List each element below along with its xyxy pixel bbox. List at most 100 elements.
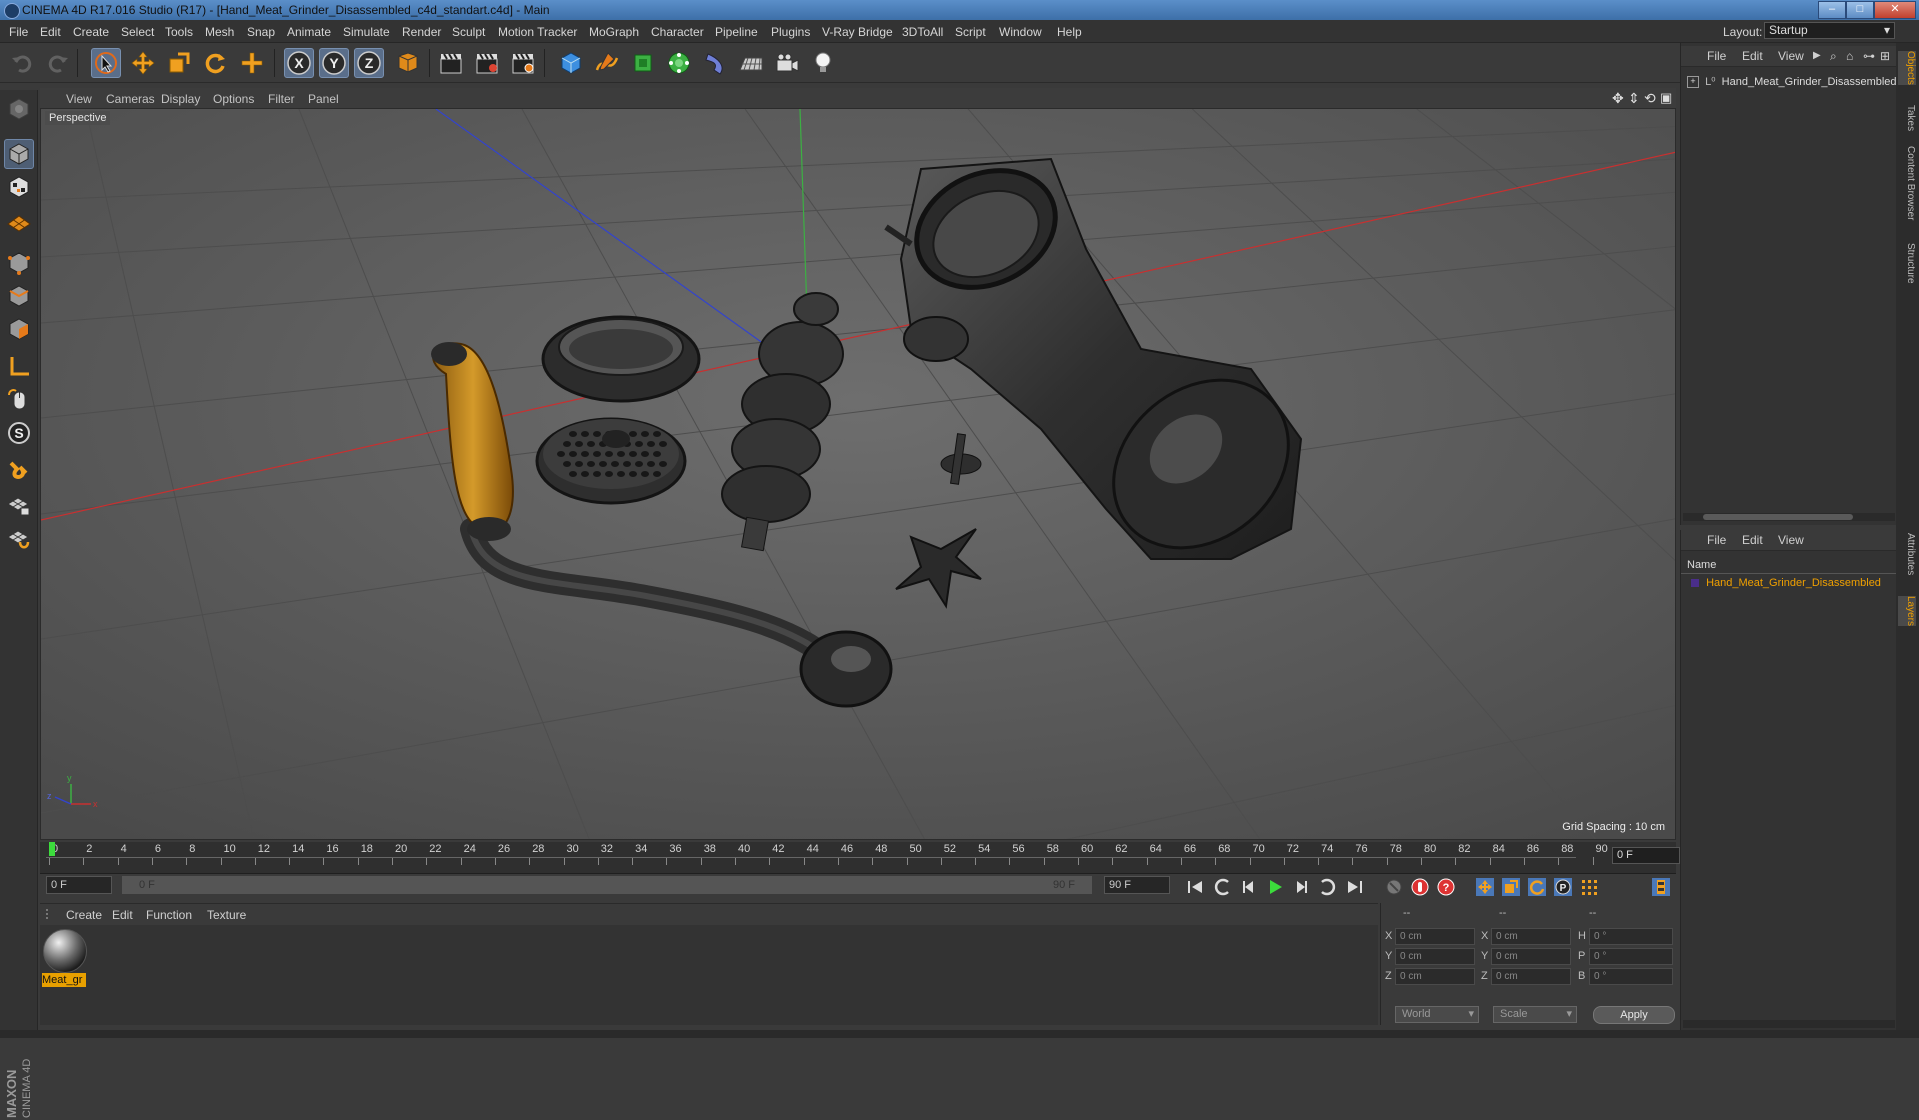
minimize-button[interactable]: – [1818, 1, 1846, 19]
rotation-b-field[interactable]: 0 ° [1589, 968, 1673, 985]
render-settings-button[interactable] [508, 48, 538, 78]
expand-toggle-icon[interactable]: + [1687, 76, 1699, 89]
rotate-tool-button[interactable] [200, 48, 230, 78]
menu-pipeline[interactable]: Pipeline [715, 25, 758, 39]
tab-layers[interactable]: Layers [1898, 596, 1916, 627]
add-mograph-button[interactable] [664, 48, 694, 78]
rotation-h-field[interactable]: 0 ° [1589, 928, 1673, 945]
menu-simulate[interactable]: Simulate [343, 25, 390, 39]
timeline-playhead[interactable] [49, 842, 55, 856]
menu-file[interactable]: File [9, 25, 28, 39]
live-selection-button[interactable] [91, 48, 121, 78]
record-keys-button[interactable] [1382, 875, 1406, 899]
size-y-field[interactable]: 0 cm [1491, 948, 1571, 965]
layout-dropdown[interactable]: Startup ▾ [1764, 22, 1895, 39]
move-tool-button[interactable] [128, 48, 158, 78]
model-mode-button[interactable] [4, 139, 34, 169]
object-menu-file[interactable]: File [1707, 49, 1726, 63]
object-row[interactable]: + L⁰ Hand_Meat_Grinder_Disassembled [1687, 75, 1897, 89]
layer-manager-scrollbar[interactable] [1683, 1020, 1895, 1028]
magnet-button[interactable] [4, 455, 34, 485]
link-icon[interactable]: ⊶ [1863, 49, 1875, 63]
object-menu-view[interactable]: View [1778, 49, 1804, 63]
timeline-ruler[interactable]: 0 2 4 6 8 10 12 14 16 18 20 22 24 26 28 30 32 34 36 38 40 42 4… [40, 842, 1680, 874]
tab-takes[interactable]: Takes [1898, 105, 1916, 131]
material-menu-function[interactable]: Function [146, 908, 192, 922]
new-window-icon[interactable]: ⊞ [1880, 49, 1890, 63]
redo-button[interactable] [42, 48, 72, 78]
next-frame-button[interactable] [1289, 875, 1313, 899]
layer-menu-file[interactable]: File [1707, 533, 1726, 547]
polygons-mode-button[interactable] [4, 314, 34, 344]
panel-grip-icon[interactable] [46, 909, 56, 919]
position-y-field[interactable]: 0 cm [1395, 948, 1475, 965]
material-menu-edit[interactable]: Edit [112, 908, 133, 922]
layer-color-swatch[interactable] [1691, 579, 1699, 588]
add-camera-button[interactable] [772, 48, 802, 78]
menu-select[interactable]: Select [121, 25, 154, 39]
edges-mode-button[interactable] [4, 281, 34, 311]
add-cube-button[interactable] [556, 48, 586, 78]
size-z-field[interactable]: 0 cm [1491, 968, 1571, 985]
position-x-field[interactable]: 0 cm [1395, 928, 1475, 945]
coordinate-system-button[interactable] [393, 48, 423, 78]
add-generator-button[interactable] [628, 48, 658, 78]
viewport-menu-filter[interactable]: Filter [268, 92, 295, 106]
timeline-window-button[interactable] [1649, 875, 1673, 899]
close-button[interactable]: ✕ [1874, 1, 1916, 19]
tab-attributes[interactable]: Attributes [1898, 533, 1916, 575]
camera-label[interactable]: Perspective [45, 111, 111, 125]
menu-mograph[interactable]: MoGraph [589, 25, 639, 39]
material-menu-create[interactable]: Create [66, 908, 102, 922]
size-mode-dropdown[interactable]: Scale ▾ [1493, 1006, 1577, 1023]
start-frame-field[interactable]: 0 F [46, 876, 112, 894]
menu-help[interactable]: Help [1057, 25, 1082, 39]
viewport-menu-view[interactable]: View [66, 92, 92, 106]
layer-menu-view[interactable]: View [1778, 533, 1804, 547]
tweak-mode-button[interactable] [4, 385, 34, 415]
add-light-button[interactable] [808, 48, 838, 78]
texture-mode-button[interactable] [4, 172, 34, 202]
menu-character[interactable]: Character [651, 25, 704, 39]
x-axis-lock-button[interactable]: X [284, 48, 314, 78]
viewport-menu-display[interactable]: Display [161, 92, 200, 106]
tab-objects[interactable]: Objects [1898, 51, 1916, 85]
key-pla-button[interactable] [1577, 875, 1601, 899]
points-mode-button[interactable] [4, 248, 34, 278]
search-icon[interactable]: ⌕ [1830, 49, 1837, 64]
go-to-start-button[interactable] [1183, 875, 1207, 899]
layer-menu-edit[interactable]: Edit [1742, 533, 1763, 547]
next-key-button[interactable] [1315, 875, 1339, 899]
autokeying-button[interactable]: ? [1434, 875, 1458, 899]
position-z-field[interactable]: 0 cm [1395, 968, 1475, 985]
menu-sculpt[interactable]: Sculpt [452, 25, 485, 39]
go-to-end-button[interactable] [1343, 875, 1367, 899]
make-editable-button[interactable] [4, 94, 34, 124]
chevron-right-icon[interactable]: ▶ [1813, 50, 1821, 61]
snap-button[interactable]: S [4, 418, 34, 448]
play-button[interactable] [1263, 875, 1287, 899]
menu-plugins[interactable]: Plugins [771, 25, 810, 39]
menu-render[interactable]: Render [402, 25, 441, 39]
z-axis-lock-button[interactable]: Z [354, 48, 384, 78]
menu-script[interactable]: Script [955, 25, 986, 39]
maximize-button[interactable]: □ [1846, 1, 1874, 19]
previous-key-button[interactable] [1211, 875, 1235, 899]
object-manager-scrollbar[interactable] [1683, 513, 1895, 521]
apply-button[interactable]: Apply [1593, 1006, 1675, 1024]
lock-workplane-button[interactable] [4, 490, 34, 520]
viewport-menu-cameras[interactable]: Cameras [106, 92, 155, 106]
tab-content-browser[interactable]: Content Browser [1898, 146, 1916, 220]
end-frame-field[interactable]: 90 F [1104, 876, 1170, 894]
scrollbar-thumb[interactable] [1703, 514, 1853, 520]
menu-vray-bridge[interactable]: V-Ray Bridge [822, 25, 893, 39]
menu-edit[interactable]: Edit [40, 25, 61, 39]
key-position-button[interactable] [1473, 875, 1497, 899]
coordinate-space-dropdown[interactable]: World ▾ [1395, 1006, 1479, 1023]
add-environment-button[interactable] [736, 48, 766, 78]
render-view-button[interactable] [436, 48, 466, 78]
viewport-maximize-icon[interactable]: ▣ [1660, 90, 1672, 106]
add-spline-button[interactable] [592, 48, 622, 78]
menu-window[interactable]: Window [999, 25, 1042, 39]
workplane-mode-button[interactable] [4, 205, 34, 235]
